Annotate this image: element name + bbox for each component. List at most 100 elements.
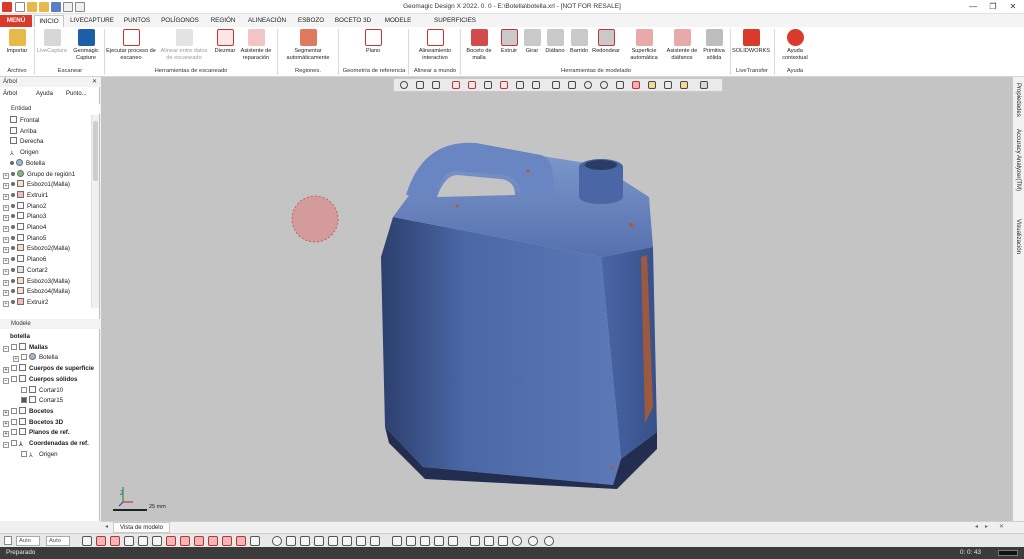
dock-tab-visualizacion[interactable]: Visualización <box>1015 219 1021 254</box>
primitiva-solida-button[interactable]: Primitiva sólida <box>700 29 728 67</box>
asistente-reparacion-button[interactable]: Asistente de reparación <box>238 29 274 67</box>
model-item-cuerpos-superficie[interactable]: + Cuerpos de superficie <box>0 364 94 375</box>
geomagic-capture-button[interactable]: Geomagic Capture <box>70 29 102 67</box>
tab-prev-icon[interactable]: ◂ <box>975 523 978 530</box>
tree-item-esbozo3[interactable]: + Esbozo3(Malla) <box>0 276 90 288</box>
superficie-automatica-button[interactable]: Superficie automática <box>626 29 662 67</box>
tree-item-plano2[interactable]: + Plano2 <box>0 201 90 213</box>
grid-icon[interactable] <box>484 536 494 546</box>
tab-superficies-exactas[interactable]: SUPERFICIES EXACTAS <box>420 15 490 36</box>
record-icon[interactable] <box>512 536 522 546</box>
tab-poligonos[interactable]: POLÍGONOS <box>158 15 202 27</box>
alinear-datos-button[interactable]: Alinear entre datos de escaneado <box>158 29 210 67</box>
edges-icon[interactable] <box>420 536 430 546</box>
tree-item-frontal[interactable]: Frontal <box>0 116 90 127</box>
model-root[interactable]: botella <box>0 332 90 343</box>
minimize-icon[interactable]: — <box>964 1 982 13</box>
color-swatch[interactable] <box>4 536 12 545</box>
tree-item-arriba[interactable]: Arriba <box>0 126 90 138</box>
view-top-icon[interactable] <box>138 536 148 546</box>
asistente-diafanos-button[interactable]: Asistente de diáfanos <box>664 29 700 67</box>
point-display-icon[interactable] <box>180 536 190 546</box>
tab-region[interactable]: REGIÓN <box>206 15 240 27</box>
solidworks-button[interactable]: SOLIDWORKS <box>732 29 770 67</box>
diezmar-button[interactable]: Diezmar <box>212 29 238 67</box>
tree-item-derecha[interactable]: Derecha <box>0 137 90 148</box>
tree-scrollbar[interactable] <box>91 115 99 308</box>
body-display-icon[interactable] <box>208 536 218 546</box>
view-back-icon[interactable] <box>96 536 106 546</box>
transparency-icon[interactable] <box>434 536 444 546</box>
ejecutar-escaneo-button[interactable]: Ejecutar proceso de escaneo <box>106 29 156 67</box>
segmentar-button[interactable]: Segmentar automáticamente <box>280 29 336 67</box>
tree-item-plano3[interactable]: + Plano3 <box>0 212 90 223</box>
tree-item-plano6[interactable]: + Plano6 <box>0 255 90 266</box>
tree-item-origen[interactable]: ⅄ Origen <box>0 148 90 159</box>
tree-item-esbozo4[interactable]: + Esbozo4(Malla) <box>0 287 90 298</box>
tab-next-icon[interactable]: ▸ <box>985 523 988 530</box>
livecapture-button[interactable]: LiveCapture <box>36 29 68 67</box>
select-mode-dropdown[interactable]: Auto <box>16 536 40 546</box>
view-bottom-icon[interactable] <box>152 536 162 546</box>
tab-inicio[interactable]: INICIO <box>34 15 64 27</box>
diafano-button[interactable]: Diáfano <box>543 29 567 67</box>
mesh-display-icon[interactable] <box>166 536 176 546</box>
model-item-cortar15[interactable]: Cortar15 <box>0 396 90 407</box>
light-icon[interactable] <box>448 536 458 546</box>
tab-esbozo[interactable]: ESBOZO <box>294 15 328 27</box>
model-item-coordenadas-ref[interactable]: − ⅄ Coordenadas de ref. <box>0 439 90 450</box>
tab-left-arrow-icon[interactable]: ◂ <box>105 523 108 530</box>
tree-item-extruir2[interactable]: + Extruir2 <box>0 297 90 309</box>
measure-icon[interactable] <box>342 536 352 546</box>
tree-item-cortar2[interactable]: + Cortar2 <box>0 265 90 277</box>
tab-puntos[interactable]: PUNTOS <box>120 15 154 27</box>
view-right-icon[interactable] <box>124 536 134 546</box>
model-item-bocetos-3d[interactable]: + Bocetos 3D <box>0 417 90 429</box>
axis-icon[interactable] <box>498 536 508 546</box>
tab-arbol[interactable]: Árbol <box>3 89 17 100</box>
tab-livecapture[interactable]: LIVECAPTURE <box>68 15 116 27</box>
view-front-icon[interactable] <box>82 536 92 546</box>
panel-close-icon[interactable]: ✕ <box>92 77 97 87</box>
tree-item-botella[interactable]: Botella <box>0 158 90 170</box>
model-item-origen[interactable]: ⅄ Origen <box>0 450 90 461</box>
alineamiento-button[interactable]: Alineamiento interactivo <box>412 29 458 67</box>
tab-alineacion[interactable]: ALINEACIÓN <box>244 15 290 27</box>
boceto-malla-button[interactable]: Boceto de malla <box>462 29 496 67</box>
tab-vista-modelo[interactable]: Vista de modelo <box>113 522 170 533</box>
sketch-display-icon[interactable] <box>236 536 246 546</box>
maximize-icon[interactable]: ❐ <box>984 1 1002 13</box>
model-item-botella[interactable]: + Botella <box>0 353 90 364</box>
tree-item-esbozo2[interactable]: + Esbozo2(Malla) <box>0 244 90 255</box>
tree-item-esbozo1[interactable]: + Esbozo1(Malla) <box>0 180 90 191</box>
extruir-button[interactable]: Extruir <box>497 29 521 67</box>
tree-item-grupo-region[interactable]: + Grupo de región1 <box>0 169 90 181</box>
wireframe-icon[interactable] <box>406 536 416 546</box>
tab-close-icon[interactable]: ✕ <box>999 523 1004 530</box>
model-item-bocetos[interactable]: + Bocetos <box>0 406 90 418</box>
surface-display-icon[interactable] <box>222 536 232 546</box>
ayuda-contextual-button[interactable]: Ayuda contextual <box>778 29 812 67</box>
redondear-button[interactable]: Redondear <box>591 29 621 67</box>
stop-icon[interactable] <box>544 536 554 546</box>
zoom-fit-icon[interactable] <box>272 536 282 546</box>
deviation-icon[interactable] <box>356 536 366 546</box>
model-item-mallas[interactable]: − Mallas <box>0 342 90 354</box>
snap-icon[interactable] <box>470 536 480 546</box>
curvature-icon[interactable] <box>370 536 380 546</box>
barrido-button[interactable]: Barrido <box>567 29 591 67</box>
girar-button[interactable]: Girar <box>521 29 543 67</box>
filter-mode-dropdown[interactable]: Auto <box>46 536 70 546</box>
dock-tab-accuracy-analyzer[interactable]: Accuracy Analyzer(TM) <box>1015 129 1021 191</box>
tab-menu[interactable]: MENÚ <box>0 15 32 27</box>
shading-icon[interactable] <box>392 536 402 546</box>
rotate-icon[interactable] <box>314 536 324 546</box>
dock-tab-propiedades[interactable]: Propiedades <box>1015 83 1021 117</box>
tree-item-plano4[interactable]: + Plano4 <box>0 223 90 234</box>
tab-puntos[interactable]: Punto... <box>66 89 87 100</box>
model-viewport[interactable]: Z 25 mm <box>101 77 1012 521</box>
model-item-cuerpos-solidos[interactable]: − Cuerpos sólidos <box>0 374 90 386</box>
section-icon[interactable] <box>328 536 338 546</box>
tree-item-extruir1[interactable]: + Extruir1 <box>0 190 90 202</box>
tab-boceto-3d[interactable]: BOCETO 3D <box>333 15 373 27</box>
